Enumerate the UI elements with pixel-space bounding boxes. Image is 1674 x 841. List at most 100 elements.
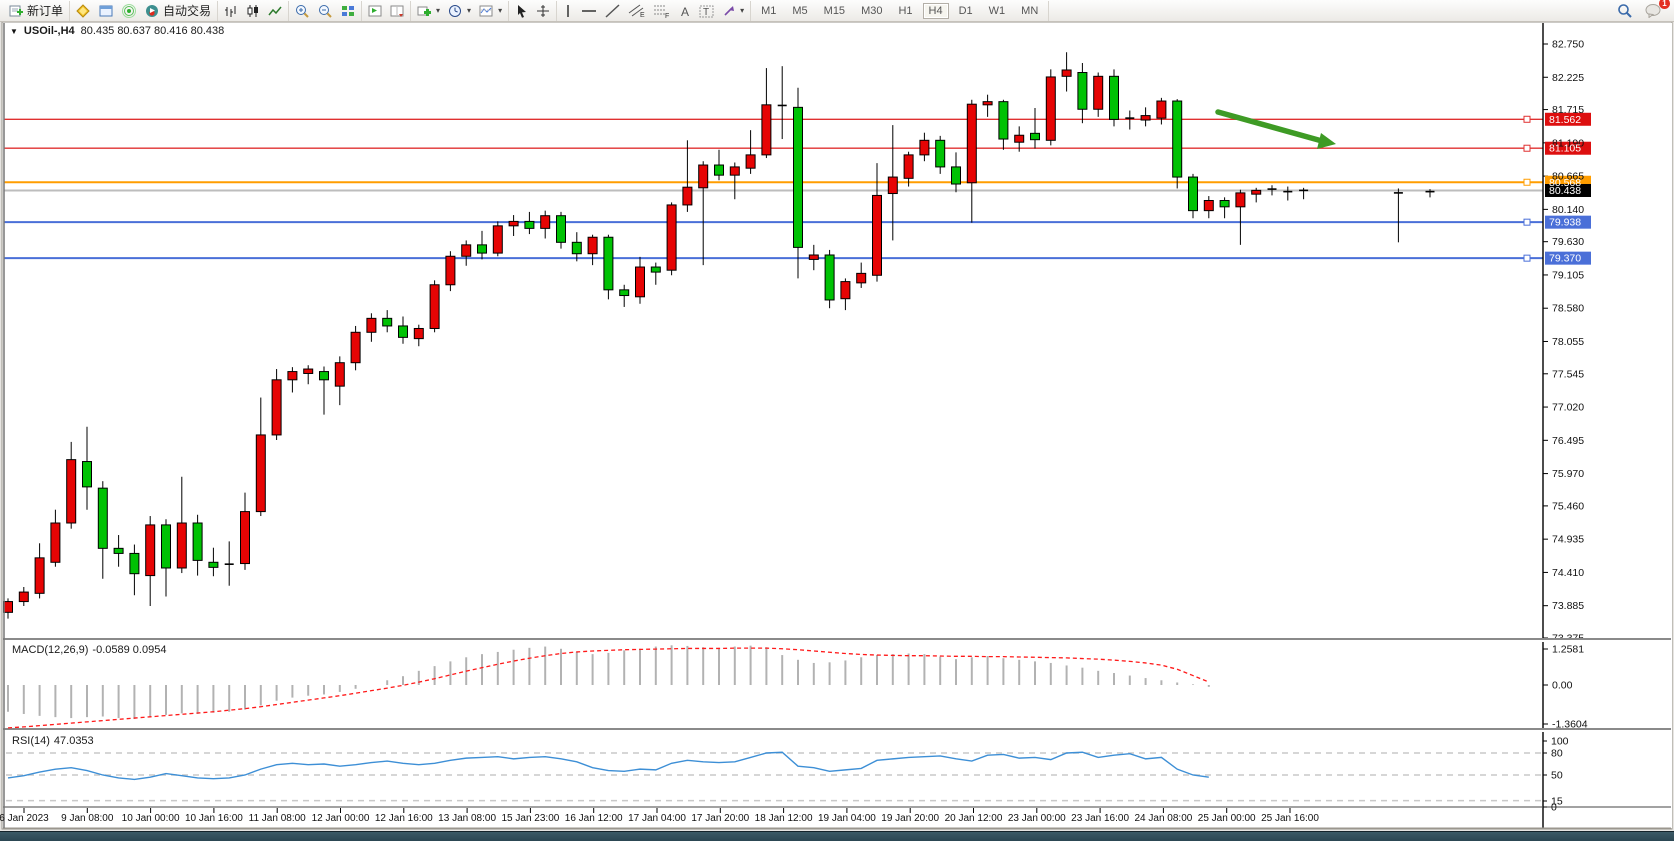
line-chart-icon (268, 4, 282, 18)
time-tick-label: 11 Jan 08:00 (249, 813, 307, 824)
ohlc-open: 80.435 (81, 25, 115, 37)
timeframe-w1[interactable]: W1 (983, 3, 1012, 19)
line-chart-button[interactable] (266, 2, 284, 20)
vertical-line-button[interactable] (561, 2, 575, 20)
time-tick-label: 9 Jan 08:00 (61, 813, 114, 824)
symbol-period-label: USOil-,H4 (24, 25, 75, 37)
text-button[interactable]: A (676, 2, 693, 20)
line-handle[interactable] (1524, 145, 1530, 151)
add-indicator-icon (417, 4, 432, 18)
candlestick-chart-button[interactable] (244, 2, 262, 20)
tile-windows-icon (341, 4, 355, 18)
rsi-scale-label: 0 (1551, 802, 1557, 814)
time-tick-label: 19 Jan 20:00 (881, 813, 939, 824)
periods-button[interactable]: ▾ (446, 2, 473, 20)
arrows-icon (722, 4, 736, 18)
price-tick-label: 78.580 (1552, 303, 1584, 315)
zoom-out-button[interactable] (316, 2, 335, 20)
notification-badge: 1 (1659, 0, 1670, 9)
macd-label: MACD(12,26,9) (12, 644, 88, 656)
market-watch-button[interactable] (74, 2, 93, 20)
time-tick-label: 24 Jan 08:00 (1134, 813, 1192, 824)
price-tick-label: 74.410 (1552, 567, 1584, 579)
add-indicator-button[interactable]: ▾ (415, 2, 442, 20)
search-icon (1617, 3, 1633, 19)
new-order-icon (9, 4, 24, 18)
vertical-line-icon (563, 4, 573, 18)
templates-button[interactable]: ▾ (477, 2, 504, 20)
horizontal-line-button[interactable] (579, 2, 599, 20)
line-handle[interactable] (1524, 179, 1530, 185)
timeframe-m15[interactable]: M15 (818, 3, 851, 19)
signals-button[interactable] (120, 2, 139, 20)
level-price-label: 79.938 (1549, 217, 1581, 229)
auto-trading-button[interactable]: 自动交易 (143, 2, 213, 20)
rsi-pane-header: RSI(14) 47.0353 (12, 735, 94, 747)
rsi-label: RSI(14) (12, 735, 50, 747)
equidistant-channel-button[interactable]: E (626, 2, 647, 20)
price-chart-canvas[interactable]: 82.75082.22581.71581.19080.66580.14079.6… (0, 0, 1674, 840)
rsi-scale-label: 80 (1551, 748, 1563, 760)
text-label-button[interactable]: T (697, 2, 716, 20)
svg-text:F: F (665, 13, 669, 18)
chart-shift-button[interactable] (388, 2, 406, 20)
new-window-button[interactable] (97, 2, 116, 20)
line-handle[interactable] (1524, 219, 1530, 225)
price-tick-label: 78.055 (1552, 336, 1584, 348)
timeframe-m1[interactable]: M1 (755, 3, 782, 19)
fibonacci-button[interactable]: F (651, 2, 672, 20)
symbol-collapse-icon[interactable]: ▼ (10, 27, 18, 36)
notifications-button[interactable]: 1 (1643, 2, 1664, 20)
svg-text:T: T (703, 7, 709, 18)
bar-chart-icon (224, 4, 238, 18)
svg-text:E: E (640, 12, 645, 18)
new-order-button[interactable]: 新订单 (7, 2, 65, 20)
chevron-down-icon: ▾ (498, 6, 502, 15)
time-tick-label: 23 Jan 00:00 (1008, 813, 1066, 824)
tile-windows-button[interactable] (339, 2, 357, 20)
time-tick-label: 12 Jan 00:00 (312, 813, 370, 824)
level-price-label: 81.562 (1549, 114, 1581, 126)
zoom-in-button[interactable] (293, 2, 312, 20)
rsi-value: 47.0353 (54, 735, 94, 747)
price-tick-label: 79.630 (1552, 236, 1584, 248)
text-icon: A (678, 4, 691, 18)
timeframe-mn[interactable]: MN (1015, 3, 1044, 19)
rsi-scale-label: 50 (1551, 770, 1563, 782)
price-tick-label: 74.935 (1552, 534, 1584, 546)
ohlc-low: 80.416 (154, 25, 188, 37)
trendline-button[interactable] (603, 2, 622, 20)
timeframe-m5[interactable]: M5 (786, 3, 813, 19)
arrows-button[interactable]: ▾ (720, 2, 746, 20)
time-tick-label: 10 Jan 16:00 (185, 813, 243, 824)
timeframe-h1[interactable]: H1 (892, 3, 918, 19)
new-window-icon (99, 4, 114, 18)
timeframe-h4[interactable]: H4 (923, 3, 949, 19)
time-tick-label: 12 Jan 16:00 (375, 813, 433, 824)
templates-icon (479, 4, 494, 18)
candlestick-chart-icon (246, 4, 260, 18)
timeframe-d1[interactable]: D1 (953, 3, 979, 19)
bar-chart-button[interactable] (222, 2, 240, 20)
time-tick-label: 19 Jan 04:00 (818, 813, 876, 824)
cursor-button[interactable] (513, 2, 530, 20)
time-tick-label: 6 Jan 2023 (0, 813, 49, 824)
line-handle[interactable] (1524, 116, 1530, 122)
rsi-scale-label: 100 (1551, 736, 1569, 748)
auto-arrange-button[interactable] (366, 2, 384, 20)
chevron-down-icon: ▾ (436, 6, 440, 15)
zoom-out-icon (318, 4, 333, 18)
crosshair-button[interactable] (534, 2, 552, 20)
equidistant-channel-icon: E (628, 3, 645, 18)
line-handle[interactable] (1524, 255, 1530, 261)
time-tick-label: 18 Jan 12:00 (755, 813, 813, 824)
search-button[interactable] (1615, 2, 1635, 20)
ohlc-close: 80.438 (191, 25, 225, 37)
signals-icon (122, 4, 137, 18)
trendline-icon (605, 4, 620, 18)
price-tick-label: 75.970 (1552, 468, 1584, 480)
timeframe-m30[interactable]: M30 (855, 3, 888, 19)
time-tick-label: 15 Jan 23:00 (501, 813, 559, 824)
cursor-icon (515, 4, 528, 18)
price-tick-label: 76.495 (1552, 435, 1584, 447)
